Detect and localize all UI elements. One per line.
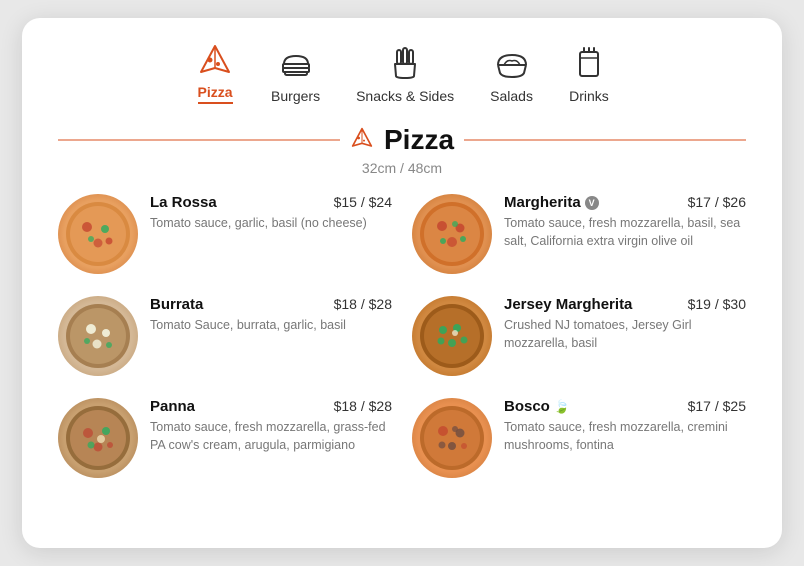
menu-grid: La Rossa $15 / $24 Tomato sauce, garlic,…: [58, 194, 746, 478]
fries-icon: [385, 46, 425, 82]
drinks-label: Drinks: [569, 88, 609, 104]
jersey-margherita-price: $19 / $30: [688, 296, 746, 312]
snacks-label: Snacks & Sides: [356, 88, 454, 104]
bosco-info: Bosco 🍃 $17 / $25 Tomato sauce, fresh mo…: [504, 398, 746, 454]
pizza-section-icon: [350, 126, 374, 155]
bosco-price: $17 / $25: [688, 398, 746, 414]
burgers-label: Burgers: [271, 88, 320, 104]
margherita-desc: Tomato sauce, fresh mozzarella, basil, s…: [504, 214, 746, 250]
category-nav: Pizza Burgers: [58, 42, 746, 104]
burrata-desc: Tomato Sauce, burrata, garlic, basil: [150, 316, 392, 334]
margherita-name: Margherita V: [504, 194, 599, 211]
panna-price: $18 / $28: [334, 398, 392, 414]
bosco-name: Bosco 🍃: [504, 398, 570, 415]
jersey-margherita-info: Jersey Margherita $19 / $30 Crushed NJ t…: [504, 296, 746, 352]
menu-item-margherita: Margherita V $17 / $26 Tomato sauce, fre…: [412, 194, 746, 274]
jersey-margherita-image: [412, 296, 492, 376]
bosco-header: Bosco 🍃 $17 / $25: [504, 398, 746, 415]
salad-icon: [492, 46, 532, 82]
section-subtitle: 32cm / 48cm: [58, 160, 746, 176]
panna-image: [58, 398, 138, 478]
bosco-image: [412, 398, 492, 478]
margherita-info: Margherita V $17 / $26 Tomato sauce, fre…: [504, 194, 746, 250]
margherita-image: [412, 194, 492, 274]
burrata-info: Burrata $18 / $28 Tomato Sauce, burrata,…: [150, 296, 392, 334]
menu-item-bosco: Bosco 🍃 $17 / $25 Tomato sauce, fresh mo…: [412, 398, 746, 478]
menu-item-panna: Panna $18 / $28 Tomato sauce, fresh mozz…: [58, 398, 392, 478]
jersey-margherita-header: Jersey Margherita $19 / $30: [504, 296, 746, 313]
salads-label: Salads: [490, 88, 533, 104]
la-rossa-info: La Rossa $15 / $24 Tomato sauce, garlic,…: [150, 194, 392, 232]
panna-name: Panna: [150, 398, 195, 415]
margherita-price: $17 / $26: [688, 194, 746, 210]
la-rossa-price: $15 / $24: [334, 194, 392, 210]
la-rossa-desc: Tomato sauce, garlic, basil (no cheese): [150, 214, 392, 232]
la-rossa-name: La Rossa: [150, 194, 217, 211]
burrata-header: Burrata $18 / $28: [150, 296, 392, 313]
section-title: Pizza: [384, 124, 454, 156]
section-header: Pizza: [58, 124, 746, 156]
nav-item-drinks[interactable]: Drinks: [569, 46, 609, 104]
la-rossa-image: [58, 194, 138, 274]
menu-card: Pizza Burgers: [22, 18, 782, 548]
nav-item-burgers[interactable]: Burgers: [271, 46, 320, 104]
nav-item-pizza[interactable]: Pizza: [195, 42, 235, 104]
menu-item-la-rossa: La Rossa $15 / $24 Tomato sauce, garlic,…: [58, 194, 392, 274]
menu-item-burrata: Burrata $18 / $28 Tomato Sauce, burrata,…: [58, 296, 392, 376]
panna-header: Panna $18 / $28: [150, 398, 392, 415]
pizza-label: Pizza: [198, 84, 233, 104]
menu-item-jersey-margherita: Jersey Margherita $19 / $30 Crushed NJ t…: [412, 296, 746, 376]
jersey-margherita-name: Jersey Margherita: [504, 296, 632, 313]
burrata-image: [58, 296, 138, 376]
la-rossa-header: La Rossa $15 / $24: [150, 194, 392, 211]
burger-icon: [276, 46, 316, 82]
jersey-margherita-desc: Crushed NJ tomatoes, Jersey Girl mozzare…: [504, 316, 746, 352]
pizza-icon: [195, 42, 235, 78]
burrata-price: $18 / $28: [334, 296, 392, 312]
margherita-header: Margherita V $17 / $26: [504, 194, 746, 211]
burrata-name: Burrata: [150, 296, 203, 313]
panna-info: Panna $18 / $28 Tomato sauce, fresh mozz…: [150, 398, 392, 454]
margherita-badge: V: [585, 196, 599, 210]
nav-item-salads[interactable]: Salads: [490, 46, 533, 104]
bosco-desc: Tomato sauce, fresh mozzarella, cremini …: [504, 418, 746, 454]
nav-item-snacks[interactable]: Snacks & Sides: [356, 46, 454, 104]
panna-desc: Tomato sauce, fresh mozzarella, grass-fe…: [150, 418, 392, 454]
drink-icon: [569, 46, 609, 82]
bosco-leaf-icon: 🍃: [554, 399, 570, 415]
